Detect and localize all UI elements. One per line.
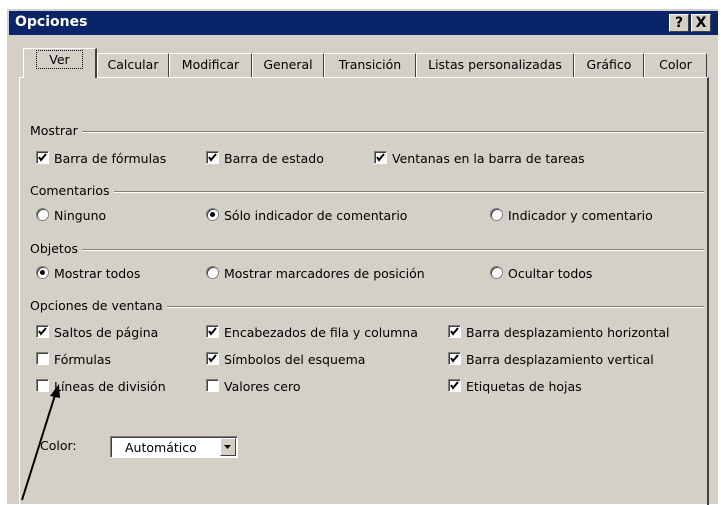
group-label-opciones-ventana: Opciones de ventana [30,298,167,313]
tab-ver[interactable]: Ver [23,48,97,78]
group-label-objetos: Objetos [30,241,82,256]
group-label-mostrar: Mostrar [30,123,82,138]
annotation-arrow [21,384,60,501]
group-label-comentarios: Comentarios [30,183,114,198]
